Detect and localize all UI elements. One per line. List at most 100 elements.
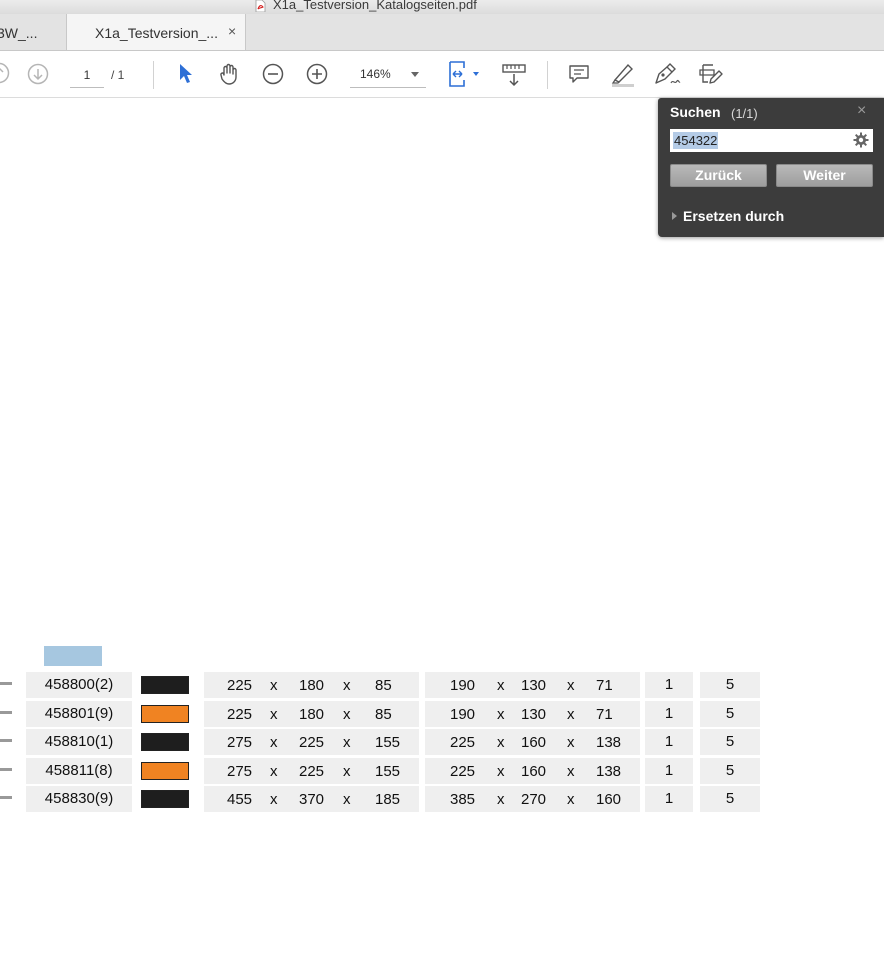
tab-bar: 3W_... X1a_Testversion_... × [0,14,884,51]
times-sign: x [270,734,278,751]
inner-dimension-value: 225 [450,763,476,780]
color-swatch [141,705,189,723]
color-swatch [141,790,189,808]
quantity-value: 1 [645,672,693,698]
outer-dimension-value: 455 [227,791,253,808]
times-sign: x [343,763,351,780]
close-icon[interactable]: × [857,102,866,120]
highlight-pen-icon[interactable] [610,61,636,87]
select-arrow-icon[interactable] [178,63,194,85]
outer-dimensions: 225 x 180 x 85 [204,701,419,727]
inner-dimension-value: 138 [596,734,622,751]
comment-icon[interactable] [568,63,590,85]
search-result-count: (1/1) [731,106,758,121]
outer-dimension-value: 155 [375,734,401,751]
toolbar: / 1 146% [0,51,884,98]
row-marker [0,682,12,685]
tab-label: 3W_... [0,25,38,41]
edit-tool-icon[interactable] [698,62,724,86]
outer-dimension-value: 225 [299,734,325,751]
color-swatch [141,762,189,780]
times-sign: x [270,791,278,808]
gear-icon[interactable] [853,132,869,148]
search-panel: Suchen (1/1) × 454322 Zurück Weiter Erse… [658,98,884,237]
pack-unit-value: 5 [700,758,760,784]
page-total-label: / 1 [111,68,125,82]
inner-dimensions: 190 x 130 x 71 [425,701,640,727]
fit-page-icon[interactable] [447,61,483,87]
times-sign: x [270,706,278,723]
close-icon[interactable]: × [228,23,236,39]
zoom-value: 146% [360,67,391,81]
inner-dimension-value: 71 [596,677,613,694]
times-sign: x [567,763,575,780]
table-header-color-swatch [44,646,102,666]
search-input[interactable]: 454322 [673,132,719,149]
outer-dimension-value: 180 [299,706,325,723]
inner-dimension-value: 270 [521,791,547,808]
pack-unit-value: 5 [700,701,760,727]
search-field[interactable]: 454322 [670,129,873,152]
pack-unit-value: 5 [700,786,760,812]
zoom-out-icon[interactable] [262,63,284,85]
outer-dimensions: 225 x 180 x 85 [204,672,419,698]
article-number: 458830(9) [26,786,132,812]
article-number: 458810(1) [26,729,132,755]
quantity-value: 1 [645,701,693,727]
page-up-icon[interactable] [0,62,10,84]
outer-dimension-value: 225 [227,677,253,694]
times-sign: x [270,677,278,694]
search-title: Suchen [670,104,721,120]
times-sign: x [343,677,351,694]
pack-unit-value: 5 [700,672,760,698]
times-sign: x [497,706,505,723]
tab-document-active[interactable]: X1a_Testversion_... × [67,14,246,50]
inner-dimension-value: 225 [450,734,476,751]
outer-dimensions: 455 x 370 x 185 [204,786,419,812]
outer-dimensions: 275 x 225 x 155 [204,729,419,755]
color-cell [137,729,197,755]
times-sign: x [567,706,575,723]
signature-pen-icon[interactable] [653,61,681,87]
inner-dimensions: 190 x 130 x 71 [425,672,640,698]
color-cell [137,701,197,727]
outer-dimension-value: 85 [375,706,392,723]
inner-dimension-value: 160 [521,763,547,780]
disclosure-triangle-icon [672,212,677,220]
article-number: 458801(9) [26,701,132,727]
row-marker [0,768,12,771]
inner-dimensions: 385 x 270 x 160 [425,786,640,812]
zoom-dropdown[interactable]: 146% [350,63,426,88]
color-swatch [141,676,189,694]
page-down-icon[interactable] [27,63,49,85]
times-sign: x [497,763,505,780]
outer-dimension-value: 185 [375,791,401,808]
back-button[interactable]: Zurück [670,164,767,187]
tab-label: X1a_Testversion_... [95,25,218,41]
tab-document-1[interactable]: 3W_... [0,14,67,50]
times-sign: x [343,791,351,808]
window-title-bar: X1a_Testversion_Katalogseiten.pdf [0,0,884,14]
outer-dimension-value: 370 [299,791,325,808]
chevron-down-icon [411,72,419,77]
times-sign: x [497,791,505,808]
toolbar-divider [547,61,548,89]
hand-tool-icon[interactable] [218,62,242,86]
row-marker [0,796,12,799]
color-cell [137,786,197,812]
scroll-mode-icon[interactable] [502,63,526,87]
next-button[interactable]: Weiter [776,164,873,187]
inner-dimension-value: 160 [521,734,547,751]
quantity-value: 1 [645,729,693,755]
article-number: 458811(8) [26,758,132,784]
inner-dimension-value: 385 [450,791,476,808]
inner-dimension-value: 160 [596,791,622,808]
times-sign: x [567,791,575,808]
outer-dimension-value: 180 [299,677,325,694]
zoom-in-icon[interactable] [306,63,328,85]
page-number-input[interactable] [70,63,104,88]
inner-dimension-value: 130 [521,677,547,694]
article-number: 458800(2) [26,672,132,698]
times-sign: x [567,677,575,694]
row-marker [0,711,12,714]
